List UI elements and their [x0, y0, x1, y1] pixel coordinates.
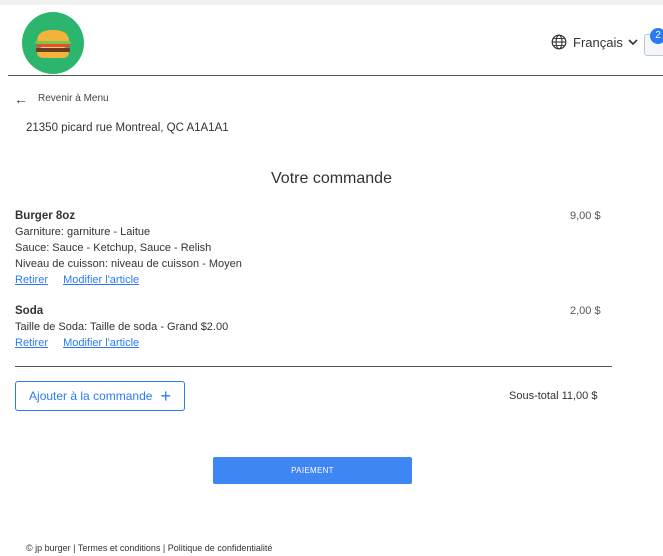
language-selector[interactable]: Français [551, 34, 638, 50]
privacy-link[interactable]: Politique de confidentialité [168, 543, 273, 553]
cart-button[interactable]: 2 [642, 28, 663, 56]
terms-link[interactable]: Termes et conditions [78, 543, 161, 553]
item-option: Garniture: garniture - Laitue [15, 226, 151, 238]
remove-item-link[interactable]: Retirer [15, 337, 48, 349]
item-name: Burger 8oz [15, 210, 76, 222]
item-name: Soda [15, 305, 44, 317]
order-item: Burger 8oz 9,00 $ Garniture: garniture -… [15, 208, 615, 288]
chevron-down-icon [628, 39, 638, 46]
arrow-left-icon: ← [14, 90, 28, 107]
cart-count-badge: 2 [650, 28, 663, 44]
item-price: 2,00 $ [570, 305, 601, 317]
burger-logo[interactable] [22, 12, 84, 74]
delivery-address: 21350 picard rue Montreal, QC A1A1A1 [26, 122, 229, 134]
item-option: Taille de Soda: Taille de soda - Grand $… [15, 321, 229, 333]
edit-item-link[interactable]: Modifier l'article [63, 274, 139, 286]
footer-separator: | [162, 543, 166, 553]
burger-icon [35, 30, 71, 58]
globe-icon [551, 34, 567, 50]
language-label: Français [573, 34, 623, 50]
item-option: Niveau de cuisson: niveau de cuisson - M… [15, 258, 242, 270]
order-divider [15, 366, 612, 367]
footer: © jp burger | Termes et conditions | Pol… [26, 543, 272, 553]
top-strip [0, 0, 663, 5]
plus-icon: + [160, 386, 171, 406]
add-to-order-label: Ajouter à la commande [29, 389, 153, 403]
order-item: Soda 2,00 $ Taille de Soda: Taille de so… [15, 303, 615, 351]
edit-item-link[interactable]: Modifier l'article [63, 337, 139, 349]
footer-separator: | [73, 543, 76, 553]
back-label: Revenir à Menu [38, 93, 109, 104]
copyright: © jp burger [26, 543, 71, 553]
page-title: Votre commande [271, 170, 392, 187]
back-to-menu-link[interactable]: ← Revenir à Menu [14, 90, 109, 107]
remove-item-link[interactable]: Retirer [15, 274, 48, 286]
subtotal: Sous-total 11,00 $ [509, 390, 598, 402]
header-divider [8, 75, 663, 76]
payment-button[interactable]: PAIEMENT [213, 457, 412, 484]
add-to-order-button[interactable]: Ajouter à la commande + [15, 381, 185, 411]
item-option: Sauce: Sauce - Ketchup, Sauce - Relish [15, 242, 212, 254]
item-price: 9,00 $ [570, 210, 601, 222]
